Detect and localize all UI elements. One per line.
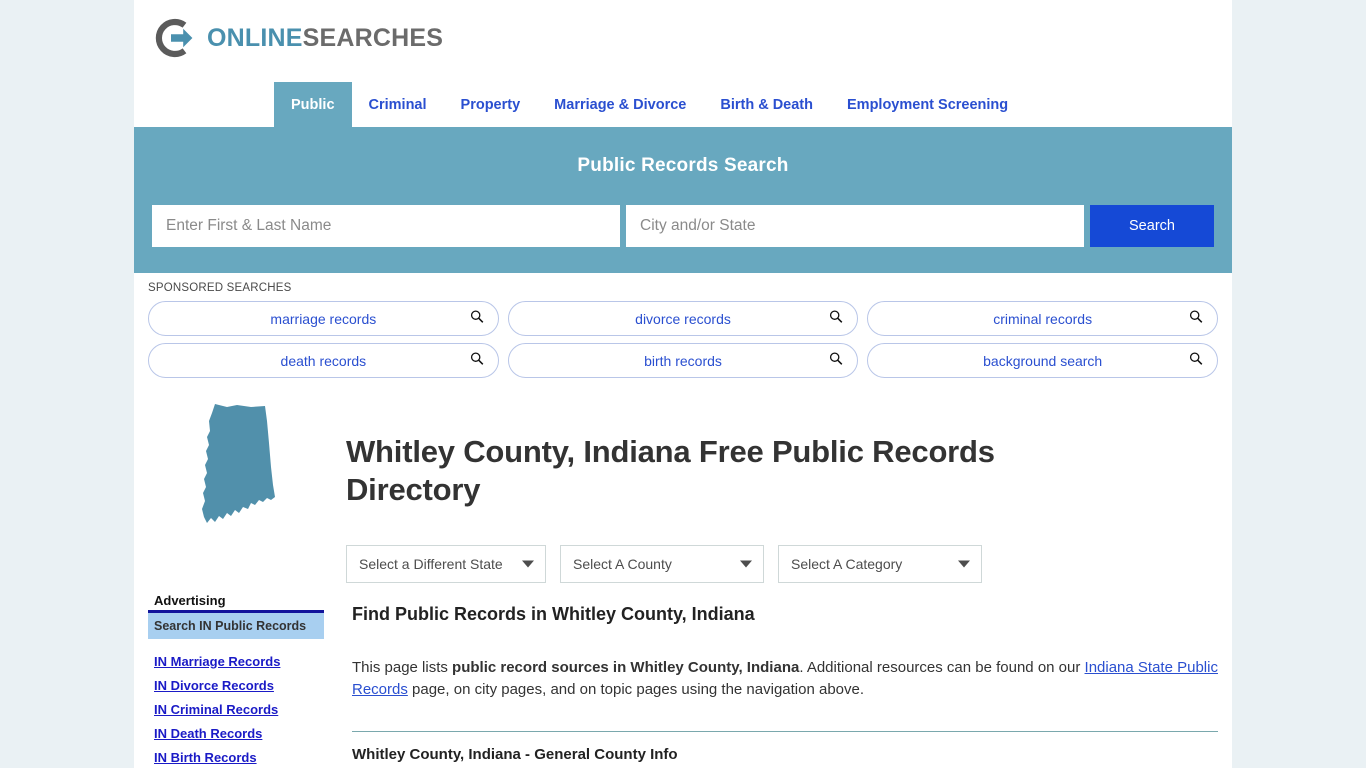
page-hero: Whitley County, Indiana Free Public Reco… <box>134 391 1232 583</box>
sponsored-row-2: death records birth records background s… <box>148 343 1219 378</box>
search-button[interactable]: Search <box>1090 205 1214 247</box>
sponsored-pill-divorce-records[interactable]: divorce records <box>507 301 859 336</box>
tab-birth-death[interactable]: Birth & Death <box>703 82 830 127</box>
magnifier-icon <box>470 309 484 328</box>
sponsored-pill-label: divorce records <box>635 310 731 327</box>
tab-criminal[interactable]: Criminal <box>352 82 444 127</box>
section-title: Find Public Records in Whitley County, I… <box>352 603 755 624</box>
main-content: Find Public Records in Whitley County, I… <box>324 593 1218 768</box>
sponsored-pill-death-records[interactable]: death records <box>148 343 499 378</box>
general-county-info-heading: Whitley County, Indiana - General County… <box>352 746 678 764</box>
lower-section: Advertising Search IN Public Records IN … <box>134 593 1232 768</box>
tab-property[interactable]: Property <box>444 82 538 127</box>
chevron-down-icon <box>740 560 752 568</box>
sponsored-pill-birth-records[interactable]: birth records <box>507 343 859 378</box>
chevron-down-icon <box>958 560 970 568</box>
circle-arrow-logo-icon <box>154 16 198 60</box>
sponsored-pill-label: criminal records <box>993 310 1093 327</box>
sponsored-pill-label: marriage records <box>270 310 377 327</box>
advertising-links: IN Marriage Records IN Divorce Records I… <box>148 651 324 768</box>
paragraph-lead: This page lists <box>352 658 453 676</box>
name-search-input[interactable] <box>152 205 620 247</box>
search-in-public-records-label: Search IN Public Records <box>154 618 307 633</box>
tab-employment-screening[interactable]: Employment Screening <box>830 82 1025 127</box>
banner-title: Public Records Search <box>577 155 789 176</box>
indiana-state-map-icon <box>148 397 338 583</box>
tab-marriage-divorce[interactable]: Marriage & Divorce <box>537 82 703 127</box>
select-county-value: Select A County <box>573 555 672 572</box>
site-header: ONLINESEARCHES <box>134 0 1232 82</box>
logo-word-searches: SEARCHES <box>302 23 444 52</box>
page-container: ONLINESEARCHES Public Criminal Property … <box>134 0 1232 768</box>
search-form: Search <box>152 205 1214 247</box>
public-records-search-banner: Public Records Search Search <box>134 127 1232 273</box>
sidebar-link-in-divorce-records[interactable]: IN Divorce Records <box>154 675 324 696</box>
sponsored-pill-background-search[interactable]: background search <box>867 343 1219 378</box>
sidebar-link-in-birth-records[interactable]: IN Birth Records <box>154 747 324 768</box>
paragraph-bold: public record sources in Whitley County,… <box>452 658 800 676</box>
magnifier-icon <box>1189 351 1203 370</box>
logo-word-online: ONLINE <box>207 23 303 52</box>
sponsored-pill-criminal-records[interactable]: criminal records <box>867 301 1219 336</box>
select-county[interactable]: Select A County <box>560 544 764 583</box>
select-state-value: Select a Different State <box>359 555 503 572</box>
sponsored-pill-label: background search <box>983 352 1103 369</box>
logo-wordmark: ONLINESEARCHES <box>207 24 443 53</box>
sidebar-link-in-death-records[interactable]: IN Death Records <box>154 723 324 744</box>
chevron-down-icon <box>522 560 534 568</box>
magnifier-icon <box>470 351 484 370</box>
paragraph-tail: page, on city pages, and on topic pages … <box>407 681 865 699</box>
intro-paragraph: This page lists public record sources in… <box>352 657 1218 703</box>
location-search-input[interactable] <box>626 205 1084 247</box>
tab-public[interactable]: Public <box>274 82 352 127</box>
sponsored-pill-label: birth records <box>644 352 722 369</box>
select-state[interactable]: Select a Different State <box>346 544 546 583</box>
sponsored-pill-label: death records <box>280 352 367 369</box>
content-divider <box>352 731 1218 733</box>
magnifier-icon <box>829 309 843 328</box>
select-category[interactable]: Select A Category <box>778 544 982 583</box>
select-category-value: Select A Category <box>791 555 903 572</box>
search-in-public-records-box[interactable]: Search IN Public Records <box>148 612 324 639</box>
sponsored-searches: SPONSORED SEARCHES marriage records divo… <box>134 273 1232 391</box>
magnifier-icon <box>1189 309 1203 328</box>
advertising-sidebar: Advertising Search IN Public Records IN … <box>148 593 324 768</box>
paragraph-mid: . Additional resources can be found on o… <box>799 658 1085 676</box>
main-navigation: Public Criminal Property Marriage & Divo… <box>134 82 1232 127</box>
site-logo[interactable]: ONLINESEARCHES <box>154 16 443 60</box>
page-title: Whitley County, Indiana Free Public Reco… <box>346 434 995 507</box>
sponsored-pill-marriage-records[interactable]: marriage records <box>148 301 499 336</box>
filter-selects: Select a Different State Select A County… <box>346 544 1218 583</box>
sponsored-searches-label: SPONSORED SEARCHES <box>148 282 292 294</box>
sidebar-link-in-criminal-records[interactable]: IN Criminal Records <box>154 699 324 720</box>
sidebar-link-in-marriage-records[interactable]: IN Marriage Records <box>154 651 324 672</box>
advertising-heading: Advertising <box>154 592 226 608</box>
sponsored-row-1: marriage records divorce records crimina… <box>148 301 1219 336</box>
magnifier-icon <box>829 351 843 370</box>
